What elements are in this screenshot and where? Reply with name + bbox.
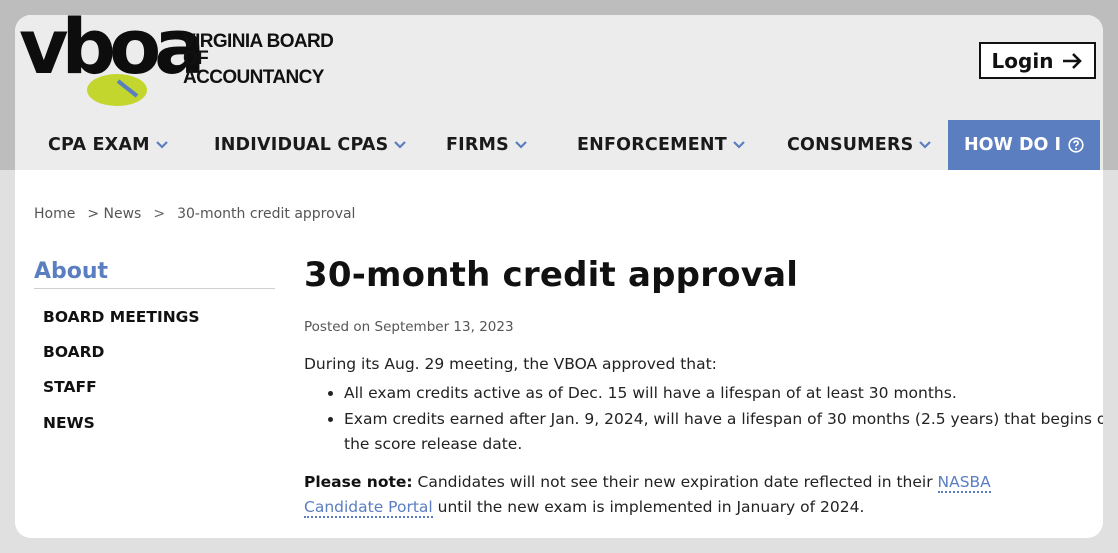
nav-item-label: CPA EXAM: [48, 135, 150, 155]
logo-text-line-2: OF ACCOUNTANCY: [183, 48, 324, 88]
logo-wordmark: vboa: [19, 15, 205, 91]
nav-item-enforcement[interactable]: ENFORCEMENT: [577, 120, 745, 170]
sidebar-item-board-meetings[interactable]: BOARD MEETINGS: [43, 308, 200, 326]
nav-item-label: INDIVIDUAL CPAS: [214, 135, 389, 155]
note-text-before: Candidates will not see their new expira…: [412, 473, 938, 491]
sidebar-item-board[interactable]: BOARD: [43, 343, 104, 361]
how-do-i-label: HOW DO I: [964, 135, 1061, 155]
sidebar-item-staff[interactable]: STAFF: [43, 378, 97, 396]
chevron-down-icon: [919, 141, 932, 149]
posted-date: Posted on September 13, 2023: [304, 319, 514, 335]
list-item: Exam credits earned after Jan. 9, 2024, …: [344, 407, 1103, 457]
note-label: Please note:: [304, 473, 413, 491]
nav-item-individual-cpas[interactable]: INDIVIDUAL CPAS: [214, 120, 407, 170]
breadcrumb: Home > News > 30-month credit approval: [34, 206, 355, 222]
note-text-after: until the new exam is implemented in Jan…: [432, 498, 865, 516]
chevron-down-icon: [515, 141, 527, 149]
login-label: Login: [991, 48, 1054, 73]
sidebar-title[interactable]: About: [34, 259, 108, 284]
arrow-right-icon: [1063, 52, 1083, 69]
nav-item-cpa-exam[interactable]: CPA EXAM: [48, 120, 168, 170]
login-button[interactable]: Login: [979, 42, 1096, 79]
sidebar-divider: [34, 288, 275, 289]
article-bullet-list: All exam credits active as of Dec. 15 wi…: [304, 381, 1103, 458]
chevron-down-icon: [733, 141, 745, 149]
nav-item-label: CONSUMERS: [787, 135, 914, 155]
sidebar-item-news[interactable]: NEWS: [43, 414, 95, 432]
chevron-down-icon: [155, 141, 168, 149]
question-circle-icon: [1068, 137, 1084, 153]
nav-item-label: ENFORCEMENT: [577, 135, 727, 155]
page-title: 30-month credit approval: [304, 255, 799, 295]
nav-item-label: FIRMS: [446, 135, 509, 155]
breadcrumb-separator: >: [153, 206, 166, 222]
list-item: All exam credits active as of Dec. 15 wi…: [344, 381, 1103, 406]
breadcrumb-home-link[interactable]: Home: [34, 206, 75, 222]
article-intro: During its Aug. 29 meeting, the VBOA app…: [304, 355, 717, 373]
site-header: vboa VIRGINIA BOARD OF ACCOUNTANCY Login…: [15, 15, 1103, 170]
main-nav: CPA EXAM INDIVIDUAL CPAS FIRMS ENFORCEME…: [15, 120, 1103, 170]
vboa-logo[interactable]: vboa VIRGINIA BOARD OF ACCOUNTANCY: [19, 15, 349, 115]
nav-item-consumers[interactable]: CONSUMERS: [787, 120, 932, 170]
breadcrumb-current: 30-month credit approval: [177, 206, 356, 222]
nav-item-firms[interactable]: FIRMS: [446, 120, 527, 170]
page-card: vboa VIRGINIA BOARD OF ACCOUNTANCY Login…: [15, 15, 1103, 538]
article-note: Please note: Candidates will not see the…: [304, 470, 1064, 520]
breadcrumb-news-link[interactable]: > News: [87, 206, 141, 222]
nav-how-do-i-button[interactable]: HOW DO I: [948, 120, 1100, 170]
chevron-down-icon: [394, 141, 407, 149]
